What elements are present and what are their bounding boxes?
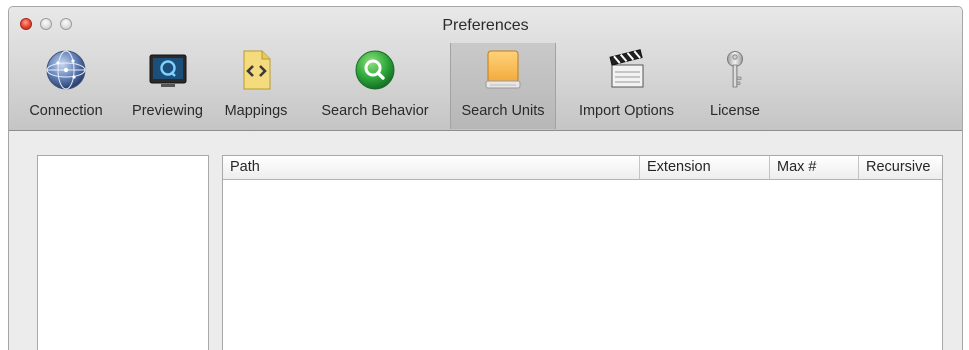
code-file-icon (243, 50, 271, 90)
preferences-window: Preferences Connection Previewing Mappin… (8, 6, 963, 350)
toolbar-item-license[interactable]: License (697, 43, 773, 129)
column-header-path[interactable]: Path (223, 156, 639, 179)
toolbar-item-search-behavior[interactable]: Search Behavior (300, 43, 450, 129)
toolbar-item-import-options[interactable]: Import Options (556, 43, 697, 129)
globe-icon (46, 50, 86, 90)
toolbar-item-label: License (710, 103, 760, 119)
search-icon (355, 50, 395, 90)
search-units-pane: Path Extension Max # Recursive (9, 131, 962, 350)
column-header-extension[interactable]: Extension (639, 156, 769, 179)
toolbar: Preferences Connection Previewing Mappin… (9, 7, 962, 131)
table-header: Path Extension Max # Recursive (223, 156, 942, 180)
window-title: Preferences (442, 17, 529, 34)
drive-icon (485, 50, 521, 89)
toolbar-item-previewing[interactable]: Previewing (123, 43, 212, 129)
toolbar-item-search-units[interactable]: Search Units (450, 43, 556, 129)
toolbar-item-connection[interactable]: Connection (9, 43, 123, 129)
column-header-recursive[interactable]: Recursive (858, 156, 942, 179)
toolbar-item-label: Search Behavior (321, 103, 429, 119)
toolbar-item-label: Previewing (132, 103, 203, 119)
column-header-max[interactable]: Max # (769, 156, 858, 179)
toolbar-item-label: Search Units (461, 103, 545, 119)
search-units-table[interactable]: Path Extension Max # Recursive (222, 155, 943, 350)
toolbar-item-label: Import Options (578, 103, 675, 119)
toolbar-item-label: Connection (29, 103, 103, 119)
table-body[interactable] (223, 180, 942, 350)
key-icon (727, 51, 743, 88)
source-list[interactable] (37, 155, 209, 350)
toolbar-item-mappings[interactable]: Mappings (212, 43, 300, 129)
toolbar-item-label: Mappings (224, 103, 288, 119)
clapperboard-icon (608, 49, 643, 88)
monitor-icon (149, 54, 186, 87)
